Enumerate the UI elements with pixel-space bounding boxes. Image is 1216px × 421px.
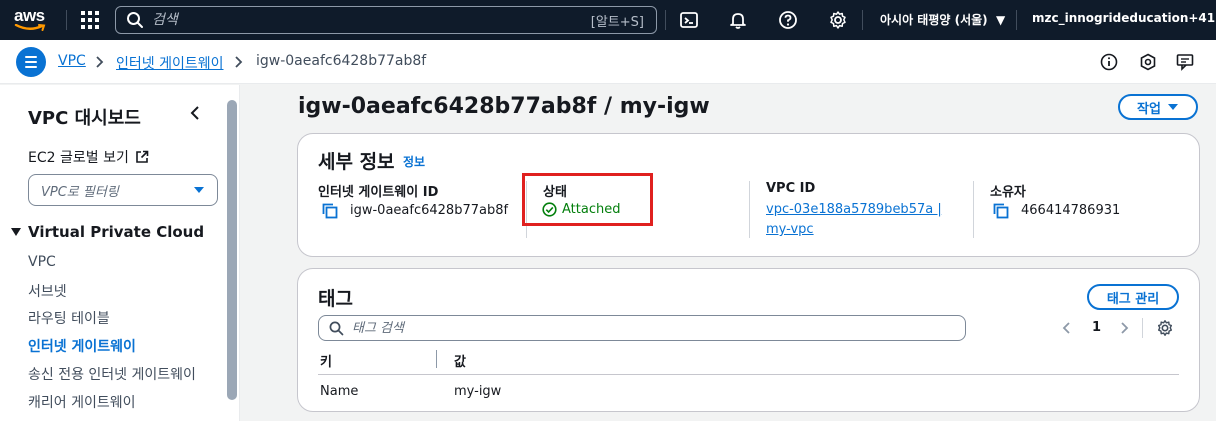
search-shortcut: [알트+S] bbox=[590, 14, 644, 30]
nav-divider bbox=[66, 10, 67, 30]
manage-tags-label: 태그 관리 bbox=[1106, 291, 1160, 307]
column-header-key[interactable]: 키 bbox=[320, 351, 332, 370]
chevron-right-icon bbox=[235, 56, 243, 68]
chevron-left-icon[interactable] bbox=[188, 105, 202, 121]
highlight-box bbox=[522, 173, 653, 226]
gear-icon[interactable] bbox=[1156, 319, 1174, 337]
caret-down-icon bbox=[11, 228, 21, 236]
vpc-id-label: VPC ID bbox=[766, 181, 816, 196]
sidebar-title: VPC 대시보드 bbox=[28, 108, 141, 129]
search-icon bbox=[127, 12, 143, 28]
breadcrumb-current: igw-0aeafc6428b77ab8f bbox=[256, 53, 427, 69]
nav-divider bbox=[1016, 10, 1017, 30]
page-number[interactable]: 1 bbox=[1092, 320, 1101, 335]
manage-tags-button[interactable]: 태그 관리 bbox=[1087, 284, 1179, 310]
external-link-icon bbox=[136, 150, 149, 163]
tag-search-input[interactable] bbox=[352, 320, 965, 336]
sidebar-item-route-tables[interactable]: 라우팅 테이블 bbox=[28, 308, 110, 328]
copy-icon[interactable] bbox=[993, 203, 1009, 219]
aws-logo-text: aws bbox=[14, 6, 45, 25]
sidebar-item-carrier-gateways[interactable]: 캐리어 게이트웨이 bbox=[28, 392, 136, 412]
region-selector[interactable]: 아시아 태평양 (서울) ▼ bbox=[880, 11, 1005, 28]
igw-id-value: igw-0aeafc6428b77ab8f bbox=[350, 203, 509, 218]
vpc-id-line2: my-vpc bbox=[766, 222, 814, 237]
info-link[interactable]: 정보 bbox=[403, 153, 425, 170]
aws-smile-icon bbox=[14, 24, 46, 31]
actions-button[interactable]: 작업 bbox=[1118, 94, 1198, 120]
tag-search[interactable] bbox=[318, 315, 966, 341]
sidebar: VPC 대시보드 EC2 글로벌 보기 VPC로 필터링 Virtual Pri… bbox=[0, 85, 240, 421]
vpc-filter-select[interactable]: VPC로 필터링 bbox=[28, 174, 218, 206]
details-title: 세부 정보 bbox=[318, 151, 395, 173]
table-header-line bbox=[318, 374, 1179, 375]
nav-divider bbox=[862, 10, 863, 30]
caret-down-icon bbox=[194, 187, 204, 193]
top-navigation: aws [알트+S] 아시아 태평양 (서울) ▼ bbox=[0, 0, 1216, 40]
copy-icon[interactable] bbox=[322, 203, 338, 219]
sidebar-item-vpc[interactable]: VPC bbox=[28, 254, 56, 270]
apps-grid-icon[interactable] bbox=[81, 11, 99, 29]
cloudshell-icon[interactable] bbox=[679, 10, 699, 30]
breadcrumb-vpc[interactable]: VPC bbox=[58, 53, 86, 69]
hamburger-menu-icon[interactable] bbox=[16, 47, 46, 77]
page-title: igw-0aeafc6428b77ab8f / my-igw bbox=[298, 94, 710, 119]
igw-id-label: 인터넷 게이트웨이 ID bbox=[318, 185, 439, 200]
aws-logo[interactable]: aws bbox=[14, 6, 50, 34]
sidebar-ec2-global-view[interactable]: EC2 글로벌 보기 bbox=[28, 147, 149, 167]
table-cell-key: Name bbox=[320, 384, 359, 399]
tags-title: 태그 bbox=[318, 288, 353, 310]
section-label: Virtual Private Cloud bbox=[28, 223, 205, 241]
column-divider bbox=[973, 181, 974, 238]
nav-divider bbox=[665, 10, 666, 30]
column-divider[interactable] bbox=[436, 350, 437, 368]
sidebar-scrollbar[interactable] bbox=[227, 100, 237, 400]
breadcrumb-bar: VPC 인터넷 게이트웨이 igw-0aeafc6428b77ab8f bbox=[0, 40, 1216, 84]
chevron-left-icon[interactable] bbox=[1062, 321, 1072, 335]
caret-down-icon: ▼ bbox=[991, 13, 1006, 27]
info-circle-icon[interactable] bbox=[1100, 53, 1118, 71]
caret-down-icon bbox=[1167, 104, 1178, 110]
chevron-right-icon[interactable] bbox=[1119, 321, 1129, 335]
bell-icon[interactable] bbox=[728, 10, 748, 30]
search-input[interactable] bbox=[152, 12, 591, 28]
vpc-id-line1: vpc-03e188a5789beb57a | bbox=[766, 202, 942, 217]
feedback-icon[interactable] bbox=[1176, 53, 1194, 71]
chevron-right-icon bbox=[96, 56, 104, 68]
column-header-value[interactable]: 값 bbox=[454, 351, 466, 370]
owner-value: 466414786931 bbox=[1021, 203, 1121, 218]
sidebar-item-internet-gateways[interactable]: 인터넷 게이트웨이 bbox=[28, 336, 136, 356]
region-label: 아시아 태평양 (서울) bbox=[880, 13, 988, 27]
table-cell-value: my-igw bbox=[454, 384, 502, 399]
pager-divider bbox=[1142, 318, 1143, 338]
sidebar-section-vpc[interactable]: Virtual Private Cloud bbox=[10, 223, 204, 241]
vpc-id-link[interactable]: vpc-03e188a5789beb57a | my-vpc bbox=[766, 200, 942, 240]
vpc-filter-placeholder: VPC로 필터링 bbox=[41, 184, 119, 200]
owner-label: 소유자 bbox=[990, 185, 1026, 200]
hexagon-icon[interactable] bbox=[1139, 53, 1157, 71]
account-menu[interactable]: mzc_innogrideducation+41 bbox=[1032, 11, 1215, 25]
account-label: mzc_innogrideducation+41 bbox=[1032, 11, 1216, 25]
ec2-global-view-label: EC2 글로벌 보기 bbox=[28, 150, 129, 166]
sidebar-item-subnets[interactable]: 서브넷 bbox=[28, 281, 67, 301]
column-divider bbox=[749, 181, 750, 238]
gear-icon[interactable] bbox=[828, 10, 848, 30]
breadcrumb-internet-gateways[interactable]: 인터넷 게이트웨이 bbox=[116, 53, 224, 73]
global-search[interactable]: [알트+S] bbox=[115, 6, 657, 34]
help-icon[interactable] bbox=[778, 10, 798, 30]
search-icon bbox=[329, 321, 344, 335]
actions-label: 작업 bbox=[1137, 101, 1161, 117]
sidebar-item-egress-only-igw[interactable]: 송신 전용 인터넷 게이트웨이 bbox=[28, 364, 196, 384]
